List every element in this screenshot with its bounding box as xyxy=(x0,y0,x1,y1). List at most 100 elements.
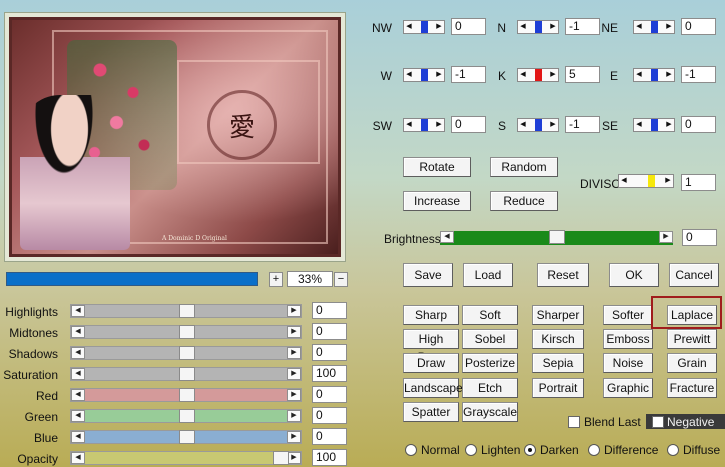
neighbor-se-spinner[interactable]: ◀ ▶ xyxy=(633,118,675,132)
right-arrow-icon[interactable]: ▶ xyxy=(434,21,444,33)
left-arrow-icon[interactable]: ◀ xyxy=(71,389,85,401)
sobel-preset-button[interactable]: Sobel xyxy=(462,329,518,349)
right-arrow-icon[interactable]: ▶ xyxy=(287,368,301,380)
red-slider[interactable]: ◀ ▶ xyxy=(70,388,302,402)
sharper-preset-button[interactable]: Sharper xyxy=(532,305,584,325)
grayscale-preset-button[interactable]: Grayscale xyxy=(462,402,518,422)
saturation-thumb[interactable] xyxy=(179,367,195,381)
difference-radio[interactable] xyxy=(588,444,600,456)
right-arrow-icon[interactable]: ▶ xyxy=(548,69,558,81)
neighbor-k-value[interactable]: 5 xyxy=(565,66,600,83)
shadows-slider[interactable]: ◀ ▶ xyxy=(70,346,302,360)
right-arrow-icon[interactable]: ▶ xyxy=(434,119,444,131)
midtones-slider[interactable]: ◀ ▶ xyxy=(70,325,302,339)
fracture-preset-button[interactable]: Fracture xyxy=(667,378,717,398)
left-arrow-icon[interactable]: ◀ xyxy=(71,347,85,359)
saturation-slider[interactable]: ◀ ▶ xyxy=(70,367,302,381)
left-arrow-icon[interactable]: ◀ xyxy=(518,69,528,81)
save-button[interactable]: Save xyxy=(403,263,453,287)
brightness-slider[interactable]: ◀ ▶ xyxy=(440,230,673,245)
blue-slider[interactable]: ◀ ▶ xyxy=(70,430,302,444)
right-arrow-icon[interactable]: ▶ xyxy=(434,69,444,81)
emboss-preset-button[interactable]: Emboss xyxy=(603,329,653,349)
shadows-value[interactable]: 0 xyxy=(312,344,347,361)
left-arrow-icon[interactable]: ◀ xyxy=(71,326,85,338)
highlights-slider[interactable]: ◀ ▶ xyxy=(70,304,302,318)
left-arrow-icon[interactable]: ◀ xyxy=(404,21,414,33)
brightness-value[interactable]: 0 xyxy=(682,229,717,246)
saturation-value[interactable]: 100 xyxy=(312,365,347,382)
left-arrow-icon[interactable]: ◀ xyxy=(71,452,85,464)
left-arrow-icon[interactable]: ◀ xyxy=(404,69,414,81)
neighbor-w-value[interactable]: -1 xyxy=(451,66,486,83)
right-arrow-icon[interactable]: ▶ xyxy=(287,452,301,464)
green-thumb[interactable] xyxy=(179,409,195,423)
left-arrow-icon[interactable]: ◀ xyxy=(71,431,85,443)
green-slider[interactable]: ◀ ▶ xyxy=(70,409,302,423)
right-arrow-icon[interactable]: ▶ xyxy=(287,431,301,443)
red-thumb[interactable] xyxy=(179,388,195,402)
grain-preset-button[interactable]: Grain xyxy=(667,353,717,373)
left-arrow-icon[interactable]: ◀ xyxy=(634,69,644,81)
neighbor-s-spinner[interactable]: ◀ ▶ xyxy=(517,118,559,132)
right-arrow-icon[interactable]: ▶ xyxy=(663,175,673,187)
neighbor-n-spinner[interactable]: ◀ ▶ xyxy=(517,20,559,34)
sepia-preset-button[interactable]: Sepia xyxy=(532,353,584,373)
etch-preset-button[interactable]: Etch xyxy=(462,378,518,398)
right-arrow-icon[interactable]: ▶ xyxy=(287,326,301,338)
left-arrow-icon[interactable]: ◀ xyxy=(634,119,644,131)
right-arrow-icon[interactable]: ▶ xyxy=(287,410,301,422)
opacity-slider[interactable]: ◀ ▶ xyxy=(70,451,302,465)
blue-value[interactable]: 0 xyxy=(312,428,347,445)
kirsch-preset-button[interactable]: Kirsch xyxy=(532,329,584,349)
right-arrow-icon[interactable]: ▶ xyxy=(287,389,301,401)
neighbor-se-value[interactable]: 0 xyxy=(681,116,716,133)
right-arrow-icon[interactable]: ▶ xyxy=(659,231,673,243)
load-button[interactable]: Load xyxy=(463,263,513,287)
increase-button[interactable]: Increase xyxy=(403,191,471,211)
left-arrow-icon[interactable]: ◀ xyxy=(71,410,85,422)
reduce-button[interactable]: Reduce xyxy=(490,191,558,211)
neighbor-sw-value[interactable]: 0 xyxy=(451,116,486,133)
spatter-preset-button[interactable]: Spatter xyxy=(403,402,459,422)
neighbor-n-value[interactable]: -1 xyxy=(565,18,600,35)
brightness-thumb[interactable] xyxy=(549,230,565,244)
red-value[interactable]: 0 xyxy=(312,386,347,403)
normal-radio[interactable] xyxy=(405,444,417,456)
neighbor-nw-spinner[interactable]: ◀ ▶ xyxy=(403,20,445,34)
neighbor-w-spinner[interactable]: ◀ ▶ xyxy=(403,68,445,82)
opacity-value[interactable]: 100 xyxy=(312,449,347,466)
neighbor-sw-spinner[interactable]: ◀ ▶ xyxy=(403,118,445,132)
soft-preset-button[interactable]: Soft xyxy=(462,305,518,325)
noise-preset-button[interactable]: Noise xyxy=(603,353,653,373)
right-arrow-icon[interactable]: ▶ xyxy=(548,119,558,131)
posterize-preset-button[interactable]: Posterize xyxy=(462,353,518,373)
ok-button[interactable]: OK xyxy=(609,263,659,287)
high-pass-preset-button[interactable]: High Pass xyxy=(403,329,459,364)
draw-preset-button[interactable]: Draw xyxy=(403,353,459,373)
zoom-in-button[interactable]: + xyxy=(269,272,283,287)
midtones-thumb[interactable] xyxy=(179,325,195,339)
left-arrow-icon[interactable]: ◀ xyxy=(619,175,629,187)
green-value[interactable]: 0 xyxy=(312,407,347,424)
neighbor-ne-spinner[interactable]: ◀ ▶ xyxy=(633,20,675,34)
lighten-radio[interactable] xyxy=(465,444,477,456)
rotate-button[interactable]: Rotate xyxy=(403,157,471,177)
left-arrow-icon[interactable]: ◀ xyxy=(518,21,528,33)
right-arrow-icon[interactable]: ▶ xyxy=(664,21,674,33)
softer-preset-button[interactable]: Softer xyxy=(603,305,653,325)
negative-checkbox[interactable] xyxy=(652,416,664,428)
sharp-preset-button[interactable]: Sharp xyxy=(403,305,459,325)
left-arrow-icon[interactable]: ◀ xyxy=(71,368,85,380)
prewitt-preset-button[interactable]: Prewitt xyxy=(667,329,717,349)
right-arrow-icon[interactable]: ▶ xyxy=(664,119,674,131)
blue-thumb[interactable] xyxy=(179,430,195,444)
darken-radio[interactable] xyxy=(524,444,536,456)
midtones-value[interactable]: 0 xyxy=(312,323,347,340)
portrait-preset-button[interactable]: Portrait xyxy=(532,378,584,398)
landscape-preset-button[interactable]: Landscape xyxy=(403,378,463,398)
zoom-out-button[interactable]: − xyxy=(334,272,348,287)
left-arrow-icon[interactable]: ◀ xyxy=(518,119,528,131)
graphic-preset-button[interactable]: Graphic xyxy=(603,378,653,398)
left-arrow-icon[interactable]: ◀ xyxy=(404,119,414,131)
